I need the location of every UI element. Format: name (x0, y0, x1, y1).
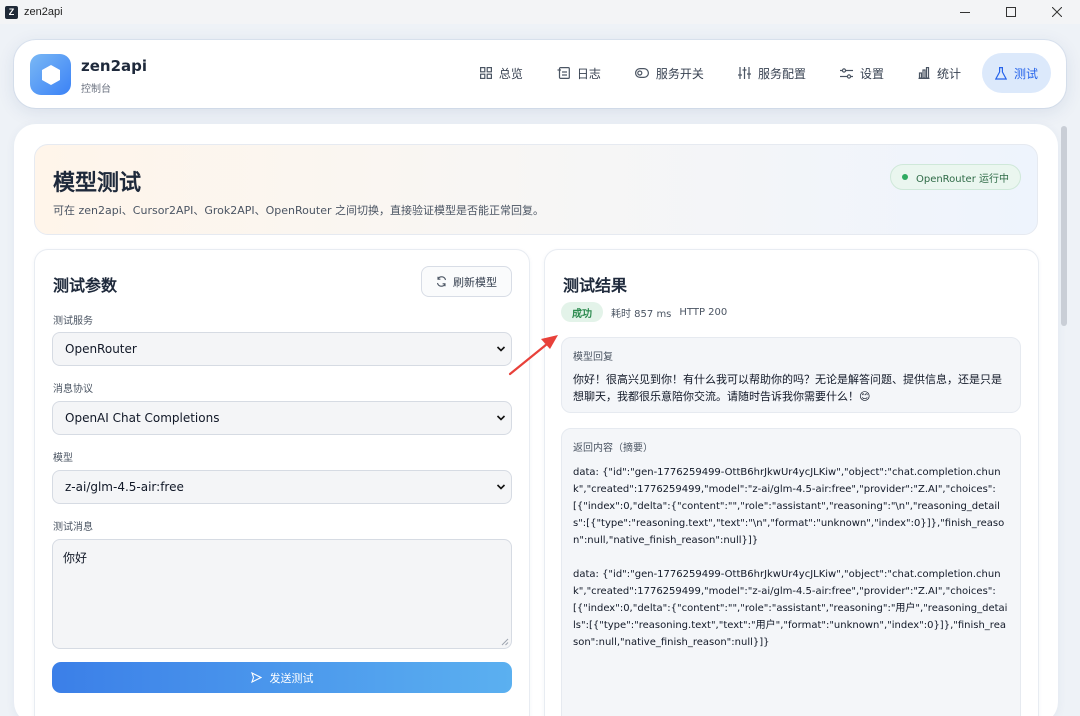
window-controls (942, 0, 1080, 24)
log-icon (557, 67, 570, 79)
raw-response-text: data: {"id":"gen-1776259499-OttB6hrJkwUr… (573, 467, 1008, 648)
nav-item-stats[interactable]: 统计 (905, 53, 974, 93)
nav-item-overview[interactable]: 总览 (467, 53, 536, 93)
app-icon-letter: Z (8, 7, 15, 17)
grid-icon (479, 67, 492, 79)
chevron-down-icon (496, 346, 506, 352)
nav-item-logs[interactable]: 日志 (544, 53, 614, 93)
service-select[interactable]: OpenRouter (52, 332, 512, 366)
main-panel: 模型测试 可在 zen2api、Cursor2API、Grok2API、Open… (14, 124, 1058, 716)
http-status: HTTP 200 (679, 306, 728, 318)
test-params-title: 测试参数 (53, 276, 118, 295)
sliders-icon (737, 67, 751, 79)
window-title: zen2api (24, 6, 63, 18)
hero-banner: 模型测试 可在 zen2api、Cursor2API、Grok2API、Open… (34, 144, 1038, 235)
logo-icon (30, 54, 71, 95)
main-nav: 总览 日志 服务开关 服务配置 设置 统计 测试 (459, 53, 1051, 93)
model-reply-label: 模型回复 (573, 352, 613, 363)
chevron-down-icon (496, 484, 506, 490)
raw-response-label: 返回内容（摘要） (573, 443, 653, 454)
result-meta: 成功 耗时 857 ms HTTP 200 (561, 302, 727, 322)
page-scrollbar[interactable] (1061, 126, 1067, 326)
test-result-title: 测试结果 (563, 276, 628, 295)
refresh-models-button[interactable]: 刷新模型 (421, 266, 512, 297)
maximize-icon[interactable] (988, 0, 1034, 24)
status-dot-icon (901, 174, 908, 180)
send-test-button[interactable]: 发送测试 (52, 662, 512, 693)
model-select[interactable]: z-ai/glm-4.5-air:free (52, 470, 512, 504)
test-params-card: 测试参数 刷新模型 测试服务 OpenRouter 消息协议 OpenAI Ch… (34, 249, 530, 716)
minimize-icon[interactable] (942, 0, 988, 24)
nav-label: 统计 (936, 66, 961, 81)
settings-icon (839, 67, 853, 79)
test-message-value: 你好 (63, 551, 88, 565)
protocol-select-value: OpenAI Chat Completions (65, 411, 220, 425)
flask-icon (994, 66, 1007, 80)
nav-item-test[interactable]: 测试 (981, 53, 1051, 93)
brand-subtitle: 控制台 (81, 84, 111, 95)
raw-response-box[interactable]: 返回内容（摘要） data: {"id":"gen-1776259499-Ott… (561, 428, 1021, 716)
nav-label: 日志 (576, 66, 601, 81)
chevron-down-icon (496, 415, 506, 421)
send-icon (250, 672, 262, 683)
nav-label: 设置 (859, 66, 884, 81)
protocol-select[interactable]: OpenAI Chat Completions (52, 401, 512, 435)
nav-label: 服务配置 (757, 66, 806, 81)
nav-item-service-switch[interactable]: 服务开关 (622, 53, 717, 93)
send-test-label: 发送测试 (269, 671, 314, 685)
service-status-badge: OpenRouter 运行中 (889, 164, 1021, 190)
service-select-value: OpenRouter (65, 342, 137, 356)
resize-grip-icon[interactable] (501, 638, 509, 646)
toggle-icon (634, 68, 649, 78)
service-status-text: OpenRouter 运行中 (915, 173, 1009, 185)
model-select-value: z-ai/glm-4.5-air:free (65, 480, 184, 494)
message-label: 测试消息 (53, 522, 93, 533)
nav-label: 总览 (498, 66, 523, 81)
service-label: 测试服务 (53, 316, 93, 327)
page-title: 模型测试 (53, 171, 142, 196)
page-description: 可在 zen2api、Cursor2API、Grok2API、OpenRoute… (53, 204, 544, 217)
refresh-icon (436, 276, 447, 287)
model-label: 模型 (53, 453, 73, 464)
bar-chart-icon (918, 67, 930, 79)
protocol-label: 消息协议 (53, 384, 93, 395)
window-titlebar: Z zen2api (0, 0, 1080, 24)
app-icon: Z (5, 5, 18, 19)
app-header: zen2api 控制台 总览 日志 服务开关 服务配置 设置 统计 测试 (14, 40, 1066, 108)
test-message-input[interactable]: 你好 (52, 539, 512, 649)
success-badge: 成功 (561, 302, 603, 322)
brand-name: zen2api (81, 57, 148, 75)
nav-label: 服务开关 (655, 66, 704, 81)
test-result-card: 测试结果 成功 耗时 857 ms HTTP 200 模型回复 你好！很高兴见到… (544, 249, 1039, 716)
model-reply-text: 你好！很高兴见到你！有什么我可以帮助你的吗？无论是解答问题、提供信息，还是只是想… (573, 373, 1002, 403)
nav-item-service-config[interactable]: 服务配置 (725, 53, 819, 93)
nav-item-settings[interactable]: 设置 (827, 53, 897, 93)
refresh-models-label: 刷新模型 (453, 275, 497, 289)
annotation-arrow-icon (508, 335, 558, 376)
model-reply-box: 模型回复 你好！很高兴见到你！有什么我可以帮助你的吗？无论是解答问题、提供信息，… (561, 337, 1021, 413)
close-icon[interactable] (1034, 0, 1080, 24)
elapsed-time: 耗时 857 ms (611, 308, 672, 320)
nav-label: 测试 (1013, 66, 1038, 81)
